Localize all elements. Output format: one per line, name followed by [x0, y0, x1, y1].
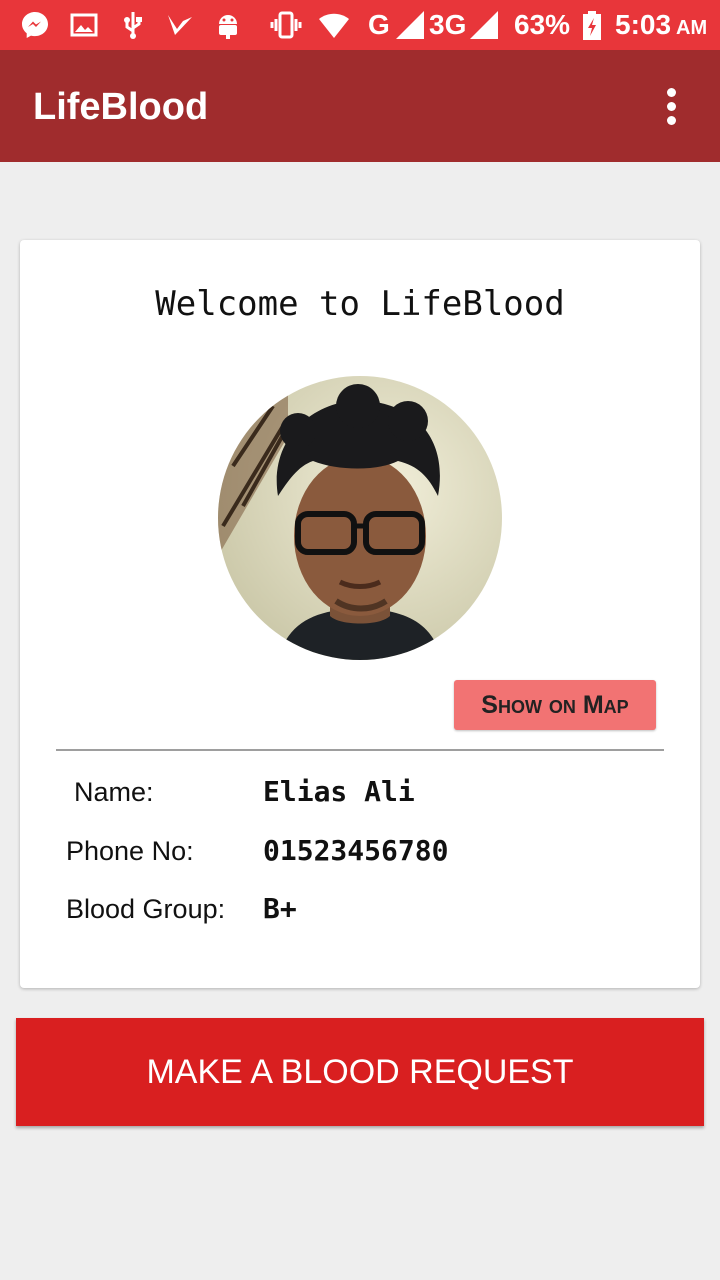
- divider: [56, 749, 664, 751]
- signal-icon: [470, 11, 498, 39]
- battery-percent: 63%: [514, 9, 571, 40]
- network-type-g: G: [368, 9, 390, 40]
- more-vert-icon[interactable]: [650, 80, 694, 132]
- make-blood-request-button[interactable]: MAKE A BLOOD REQUEST: [16, 1018, 704, 1126]
- welcome-heading: Welcome to LifeBlood: [155, 284, 565, 324]
- battery-icon: [583, 11, 601, 40]
- image-icon: [70, 13, 98, 37]
- profile-photo: [218, 376, 502, 660]
- network-type-3g: 3G: [429, 9, 467, 40]
- name-value: Elias Ali: [263, 775, 415, 808]
- usb-icon: [124, 12, 142, 39]
- wifi-icon: [319, 13, 349, 38]
- messenger-icon: [22, 12, 48, 38]
- phone-label: Phone No:: [66, 836, 194, 866]
- clock: 5:03 AM: [615, 8, 707, 45]
- android-icon: [219, 15, 237, 39]
- status-bar: G 3G 63% 5:03 AM: [0, 0, 720, 50]
- blood-group-label: Blood Group:: [66, 894, 226, 924]
- signal-icon: [396, 11, 424, 39]
- clock-time: 5:03: [615, 9, 672, 40]
- show-on-map-button[interactable]: Show on Map: [454, 680, 656, 730]
- app-bar: LifeBlood: [0, 50, 720, 162]
- blood-group-value: B+: [263, 892, 297, 925]
- vibrate-icon: [270, 11, 302, 39]
- app-title: LifeBlood: [33, 86, 209, 128]
- check-icon: [168, 15, 192, 35]
- avatar: [218, 376, 502, 660]
- name-label: Name:: [74, 777, 154, 807]
- phone-value: 01523456780: [263, 834, 449, 867]
- clock-ampm: AM: [676, 17, 708, 39]
